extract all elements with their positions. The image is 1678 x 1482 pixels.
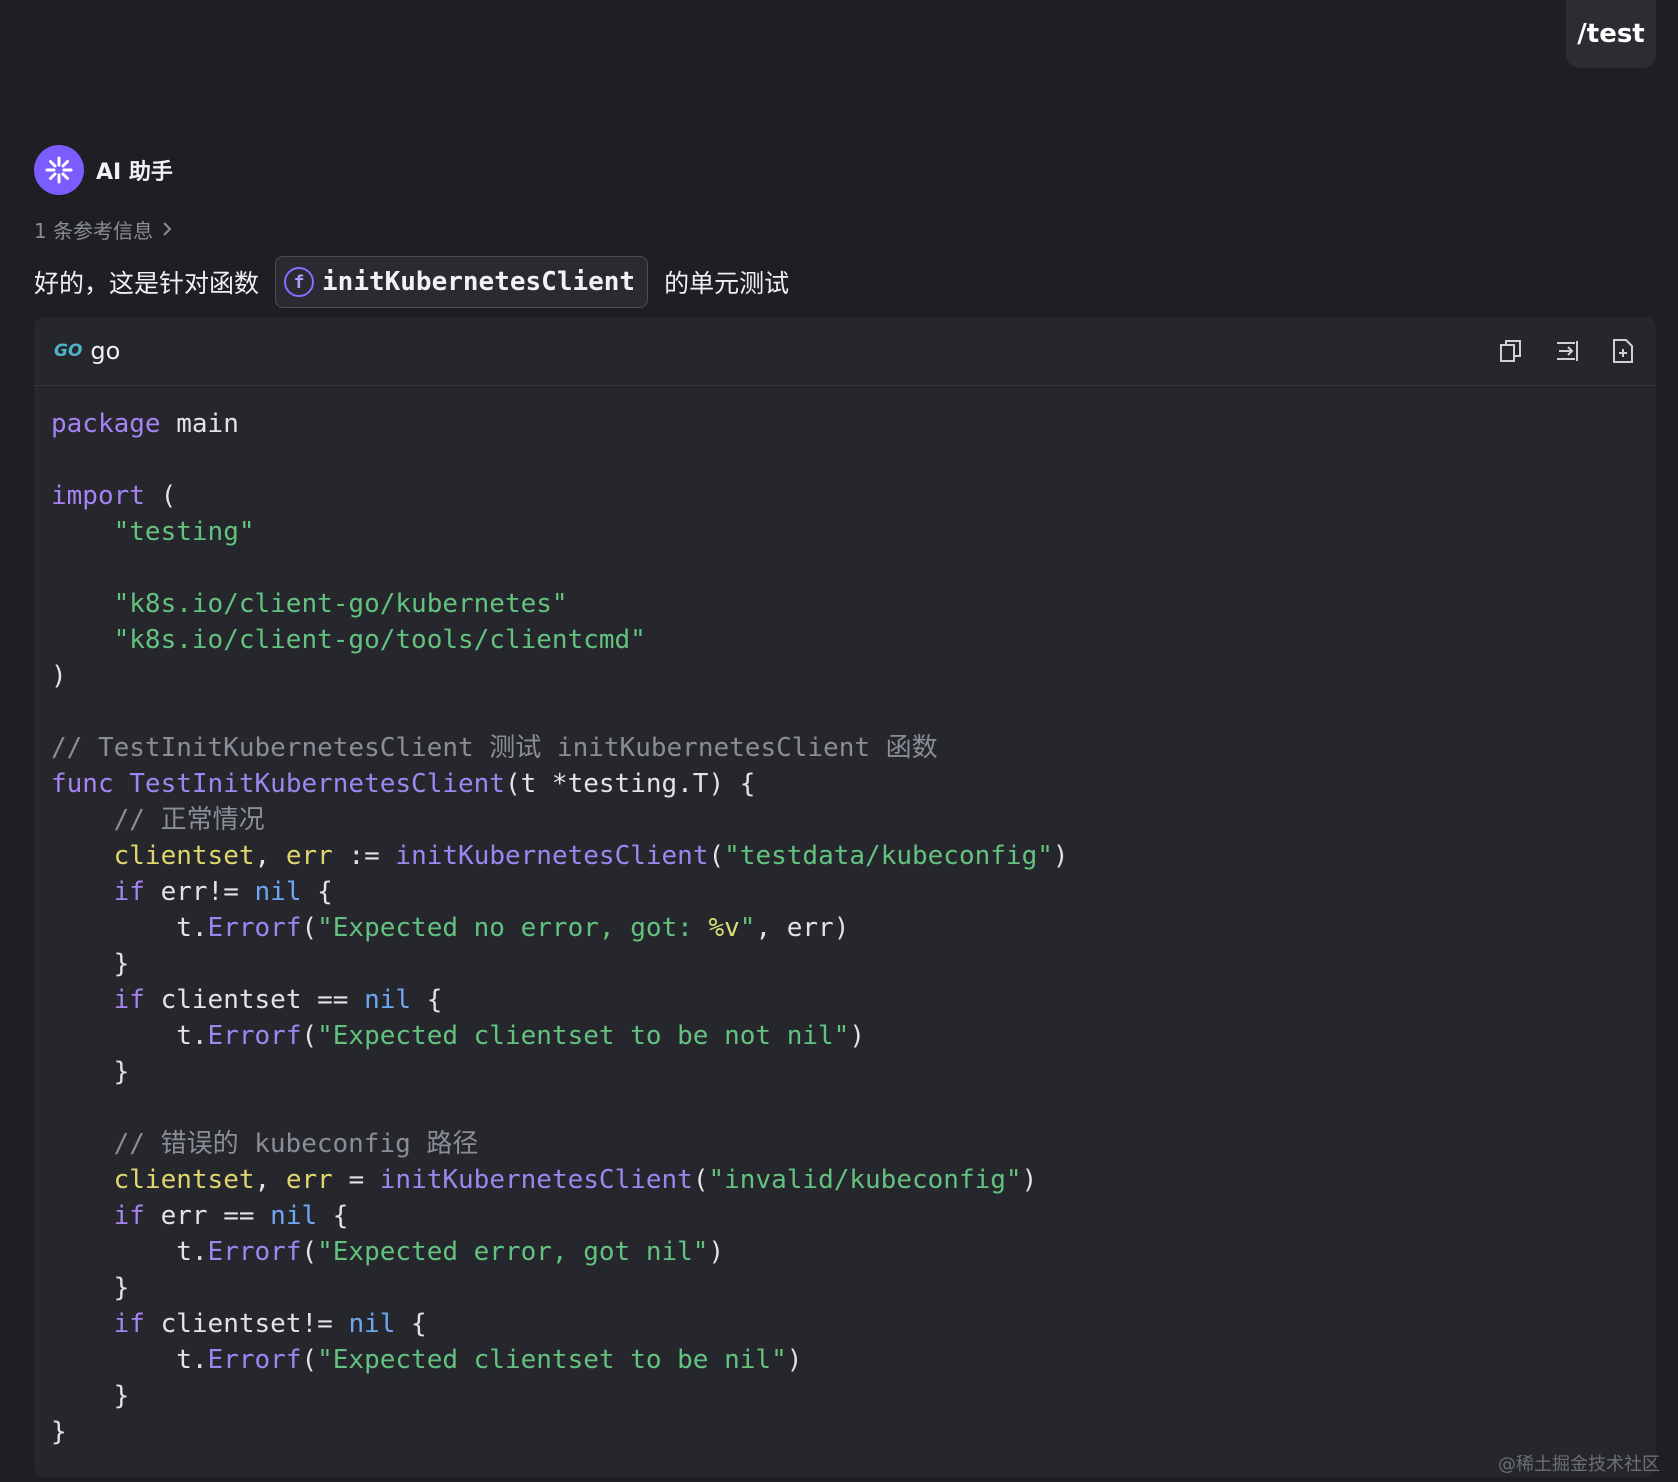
code-line: // 错误的 kubeconfig 路径 xyxy=(113,1129,479,1159)
code-line: package main xyxy=(51,409,239,439)
assistant-header: AI 助手 xyxy=(34,145,173,195)
new-file-icon[interactable] xyxy=(1610,338,1636,364)
message-suffix: 的单元测试 xyxy=(664,269,790,298)
code-line: clientset, err = initKubernetesClient("i… xyxy=(113,1165,1038,1195)
references-toggle[interactable]: 1 条参考信息 xyxy=(34,215,173,244)
code-line: } xyxy=(51,1417,67,1447)
insert-icon[interactable] xyxy=(1554,338,1580,364)
code-line: if err!= nil { xyxy=(113,877,333,907)
code-content: package main import ( "testing" "k8s.io/… xyxy=(34,386,1656,1450)
code-line: clientset, err := initKubernetesClient("… xyxy=(113,841,1069,871)
message-prefix: 好的，这是针对函数 xyxy=(34,269,260,298)
code-line: "testing" xyxy=(113,517,255,547)
code-line: // 正常情况 xyxy=(113,805,265,835)
chat-panel: /test AI 助手 1 条参考信息 好的，这是针对函数 f initKube… xyxy=(0,0,1678,1482)
code-line: t.Errorf("Expected no error, got: %v", e… xyxy=(51,913,850,943)
code-line: import ( xyxy=(51,481,177,511)
assistant-name: AI 助手 xyxy=(96,160,173,185)
code-line: // TestInitKubernetesClient 测试 initKuber… xyxy=(51,733,938,763)
code-line: t.Errorf("Expected clientset to be not n… xyxy=(51,1021,865,1051)
function-icon: f xyxy=(284,267,315,297)
assistant-avatar-icon xyxy=(34,145,84,195)
references-label: 1 条参考信息 xyxy=(34,219,154,243)
code-toolbar xyxy=(1498,338,1636,364)
code-line: func TestInitKubernetesClient(t *testing… xyxy=(51,769,756,799)
code-line: } xyxy=(51,949,130,979)
code-line: t.Errorf("Expected error, got nil") xyxy=(51,1237,725,1267)
command-chip[interactable]: /test xyxy=(1566,0,1656,68)
code-line: "k8s.io/client-go/kubernetes" xyxy=(113,589,568,619)
go-language-icon: GO xyxy=(54,341,83,361)
code-block-header: GO go xyxy=(34,317,1656,386)
chevron-right-icon xyxy=(161,218,173,242)
watermark: @稀土掘金技术社区 xyxy=(1498,1454,1660,1475)
code-line: if err == nil { xyxy=(113,1201,349,1231)
language-name: go xyxy=(90,337,121,365)
code-line: } xyxy=(51,1381,130,1411)
code-block: GO go package main import ( "testing" "k… xyxy=(34,317,1656,1477)
code-line: } xyxy=(51,1273,130,1303)
code-line: if clientset!= nil { xyxy=(113,1309,427,1339)
code-line: if clientset == nil { xyxy=(113,985,443,1015)
function-reference-chip[interactable]: f initKubernetesClient xyxy=(275,256,649,308)
assistant-message: 好的，这是针对函数 f initKubernetesClient 的单元测试 xyxy=(34,256,789,308)
function-name: initKubernetesClient xyxy=(322,267,636,297)
language-label: GO go xyxy=(54,337,120,365)
code-line: t.Errorf("Expected clientset to be nil") xyxy=(51,1345,803,1375)
code-line: } xyxy=(51,1057,130,1087)
copy-icon[interactable] xyxy=(1498,338,1524,364)
code-line: ) xyxy=(51,661,67,691)
code-line: "k8s.io/client-go/tools/clientcmd" xyxy=(113,625,646,655)
